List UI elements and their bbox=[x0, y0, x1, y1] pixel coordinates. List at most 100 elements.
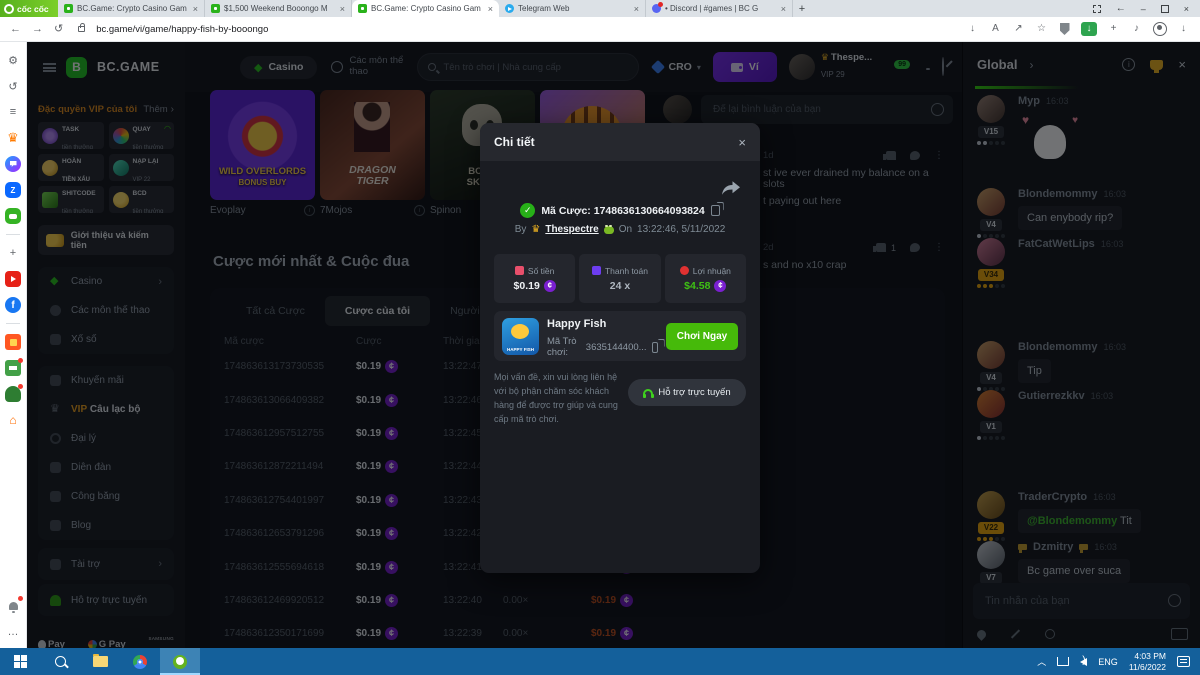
brand-label: cốc cốc bbox=[17, 4, 49, 14]
tab-discord[interactable]: • Discord | #games | BC G × bbox=[646, 0, 793, 17]
frog-icon bbox=[604, 226, 614, 234]
screen: cốc cốc BC.Game: Crypto Casino Gam × $1,… bbox=[0, 0, 1200, 675]
minimize-button[interactable]: – bbox=[1141, 4, 1146, 14]
close-modal-button[interactable]: × bbox=[738, 135, 746, 150]
shopee-icon[interactable] bbox=[5, 334, 21, 350]
history-icon[interactable]: ↺ bbox=[5, 78, 21, 94]
close-window-button[interactable]: × bbox=[1184, 4, 1189, 14]
telegram-favicon bbox=[505, 4, 514, 13]
coin-icon: ¢ bbox=[714, 280, 726, 292]
language-indicator[interactable]: ENG bbox=[1098, 657, 1118, 667]
extension-icon[interactable]: + bbox=[1107, 22, 1120, 36]
lock-icon[interactable] bbox=[78, 26, 85, 32]
downloader-icon[interactable]: ↓ bbox=[1081, 22, 1097, 36]
notification-bell-icon[interactable] bbox=[5, 598, 21, 614]
settings-gear-icon[interactable]: ⚙ bbox=[5, 52, 21, 68]
game-title: Happy Fish bbox=[547, 318, 606, 330]
tab-close-icon[interactable]: × bbox=[488, 4, 493, 14]
hidden-icons-chevron[interactable]: ︿ bbox=[1037, 655, 1046, 668]
coccoc-taskbar-icon[interactable] bbox=[160, 648, 200, 675]
verified-shield-icon: ✓ bbox=[520, 203, 535, 218]
downloads-icon[interactable]: ↓ bbox=[1177, 22, 1190, 36]
url-text[interactable]: bc.game/vi/game/happy-fish-by-booongo bbox=[96, 24, 268, 35]
happy-fish-thumbnail[interactable] bbox=[502, 318, 539, 355]
discord-favicon bbox=[652, 4, 661, 13]
card-icon bbox=[592, 266, 601, 275]
stat-profit: Lợi nhuận $4.58¢ bbox=[665, 254, 746, 303]
taskbar-search-icon[interactable] bbox=[40, 648, 80, 675]
maximize-button[interactable] bbox=[1161, 5, 1169, 13]
divider bbox=[6, 234, 20, 235]
network-icon[interactable] bbox=[1057, 657, 1069, 666]
stat-amount: Số tiền $0.19¢ bbox=[494, 254, 575, 303]
adblock-shield-icon[interactable] bbox=[1058, 22, 1071, 36]
start-button[interactable] bbox=[0, 648, 40, 675]
games-icon[interactable] bbox=[5, 208, 21, 224]
bcgame-favicon bbox=[358, 4, 367, 13]
share-icon[interactable]: ↗ bbox=[1012, 22, 1025, 36]
copy-icon[interactable] bbox=[652, 342, 658, 353]
new-tab-button[interactable]: + bbox=[793, 0, 811, 17]
toolbar-icons: ↓ A ↗ ☆ ↓ + ♪ ↓ bbox=[966, 22, 1190, 36]
facebook-icon[interactable]: f bbox=[5, 297, 21, 313]
action-center-icon[interactable] bbox=[1177, 656, 1190, 667]
save-page-icon[interactable]: ↓ bbox=[966, 22, 979, 36]
money-icon bbox=[515, 266, 524, 275]
modal-header: Chi tiết × bbox=[480, 123, 760, 161]
zalo-icon[interactable]: Z bbox=[5, 182, 21, 198]
bet-id-row: ✓ Mã Cược: 1748636130664093824 bbox=[480, 203, 760, 218]
tab-bcgame-1[interactable]: BC.Game: Crypto Casino Gam × bbox=[58, 0, 205, 17]
tab-search-icon[interactable] bbox=[1093, 5, 1101, 13]
clock[interactable]: 4:03 PM 11/6/2022 bbox=[1129, 651, 1166, 672]
promo-hat-icon[interactable] bbox=[5, 386, 21, 402]
copy-icon[interactable] bbox=[711, 205, 720, 216]
messenger-icon[interactable] bbox=[5, 156, 21, 172]
bet-stats: Số tiền $0.19¢ Thanh toán 24 x Lợi nhuận… bbox=[494, 254, 746, 303]
cart-icon[interactable]: ⌂ bbox=[5, 412, 21, 428]
coins-icon bbox=[680, 266, 689, 275]
browser-address-bar: ← → ↺ bc.game/vi/game/happy-fish-by-booo… bbox=[0, 17, 1200, 42]
game-row: Happy Fish Mã Trò chơi: 3635144400... Ch… bbox=[494, 311, 746, 361]
youtube-icon[interactable] bbox=[5, 271, 21, 287]
play-now-button[interactable]: Chơi Ngay bbox=[666, 323, 738, 350]
tab-booongo[interactable]: $1,500 Weekend Booongo M × bbox=[205, 0, 352, 17]
coccoc-brand: cốc cốc bbox=[0, 0, 58, 17]
restore-tab-icon[interactable]: ← bbox=[1116, 3, 1126, 14]
hot-crown-icon[interactable]: ♛ bbox=[5, 130, 21, 146]
more-icon[interactable]: … bbox=[5, 624, 21, 640]
feed-list-icon[interactable]: ≡ bbox=[5, 104, 21, 120]
share-icon[interactable] bbox=[722, 181, 740, 195]
windows-taskbar: ︿ ENG 4:03 PM 11/6/2022 bbox=[0, 648, 1200, 675]
music-icon[interactable]: ♪ bbox=[1130, 22, 1143, 36]
reload-button[interactable]: ↺ bbox=[54, 24, 63, 35]
browser-tab-bar: cốc cốc BC.Game: Crypto Casino Gam × $1,… bbox=[0, 0, 1200, 17]
file-explorer-icon[interactable] bbox=[80, 648, 120, 675]
add-app-icon[interactable]: + bbox=[5, 245, 21, 261]
translate-icon[interactable]: A bbox=[989, 22, 1002, 36]
gift-icon[interactable] bbox=[5, 360, 21, 376]
username-link[interactable]: Thespectre bbox=[545, 224, 598, 235]
bookmark-star-icon[interactable]: ☆ bbox=[1035, 22, 1048, 36]
tab-close-icon[interactable]: × bbox=[781, 4, 786, 14]
browser-side-rail: ⚙ ↺ ≡ ♛ Z + f ⌂ … bbox=[0, 42, 27, 648]
tab-bcgame-active[interactable]: BC.Game: Crypto Casino Gam × bbox=[352, 0, 499, 17]
stat-payout: Thanh toán 24 x bbox=[579, 254, 660, 303]
profile-icon[interactable] bbox=[1153, 22, 1167, 36]
forward-button[interactable]: → bbox=[32, 24, 43, 35]
tab-close-icon[interactable]: × bbox=[634, 4, 639, 14]
live-support-button[interactable]: Hỗ trợ trực tuyến bbox=[628, 379, 746, 406]
tab-telegram[interactable]: Telegram Web × bbox=[499, 0, 646, 17]
site-viewport: B BC.GAME Đặc quyền VIP của tôi Thêm › T… bbox=[27, 42, 1200, 648]
headset-icon bbox=[643, 389, 653, 396]
tab-close-icon[interactable]: × bbox=[340, 4, 345, 14]
bcgame-favicon bbox=[64, 4, 73, 13]
chrome-icon[interactable] bbox=[120, 648, 160, 675]
tab-close-icon[interactable]: × bbox=[193, 4, 198, 14]
support-note: Mọi vấn đề, xin vui lòng liên hệ với bộ … bbox=[494, 371, 620, 427]
coin-icon: ¢ bbox=[544, 280, 556, 292]
crown-icon: ♛ bbox=[531, 224, 540, 235]
volume-icon[interactable] bbox=[1080, 658, 1087, 666]
back-button[interactable]: ← bbox=[10, 24, 21, 35]
modal-title: Chi tiết bbox=[494, 135, 535, 149]
bet-details-modal: Chi tiết × ✓ Mã Cược: 174863613066409382… bbox=[480, 123, 760, 573]
